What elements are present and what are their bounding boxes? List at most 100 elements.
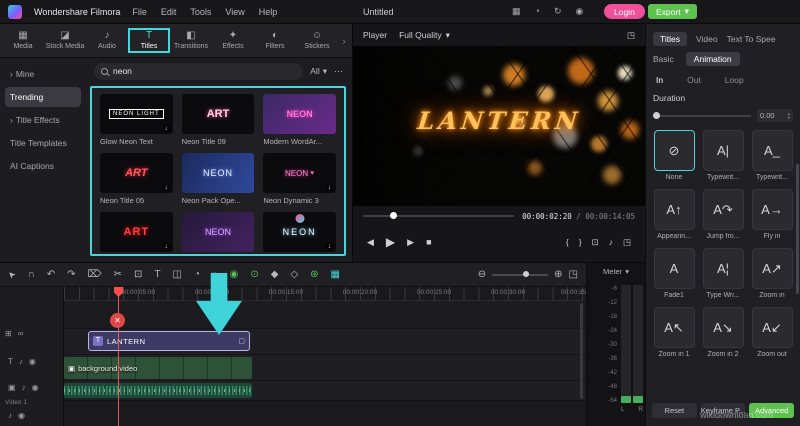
duration-steppers[interactable]: ▴ ▾ xyxy=(788,111,790,120)
tab-effects[interactable]: ✦ Effects xyxy=(212,28,254,53)
menu-tools[interactable]: Tools xyxy=(190,7,211,17)
tab-animation[interactable]: Animation xyxy=(685,52,740,66)
title-thumbnail[interactable]: NEON LIGHT ↓ xyxy=(100,94,173,134)
tab-stickers[interactable]: ☺ Stickers xyxy=(296,28,338,53)
account-icon[interactable]: ◉ xyxy=(576,6,584,17)
search-box[interactable] xyxy=(94,62,304,80)
download-icon[interactable]: ↓ xyxy=(161,183,171,192)
sidebar-item-title-templates[interactable]: Title Templates xyxy=(5,133,81,153)
reset-button[interactable]: Reset xyxy=(652,403,697,418)
title-thumbnail[interactable]: NEON ♥ ↓ xyxy=(263,153,336,193)
title-thumbnail[interactable]: NEON ↓ xyxy=(263,212,336,252)
export-button[interactable]: Export ▾ xyxy=(648,4,697,19)
tab-audio[interactable]: ♪ Audio xyxy=(86,28,128,53)
menu-view[interactable]: View xyxy=(225,7,244,17)
notification-icon[interactable]: ◔ xyxy=(535,6,540,17)
tab-in[interactable]: In xyxy=(656,75,663,85)
tab-basic[interactable]: Basic xyxy=(653,54,674,64)
preset-item[interactable]: A¦ Type Wri... xyxy=(702,248,744,299)
tab-filters[interactable]: ◐ Filters xyxy=(254,28,296,53)
mark-out-icon[interactable]: } xyxy=(579,237,582,247)
title-thumbnail[interactable]: ART xyxy=(181,94,255,134)
preset-item[interactable]: A_ Typewrit... xyxy=(751,130,793,181)
duration-slider[interactable] xyxy=(653,111,751,119)
title-item[interactable]: NEON LIGHT ↓ Glow Neon Text xyxy=(100,94,173,146)
title-thumbnail[interactable]: NEON xyxy=(181,212,255,252)
title-item[interactable]: NEON ♥ ↓ Neon Dynamic 3 xyxy=(263,153,336,205)
preset-item[interactable]: A↖ Zoom in 1 xyxy=(653,307,695,358)
timeline-scrollbar[interactable] xyxy=(580,303,583,399)
preset-item[interactable]: A| Typewrit... xyxy=(702,130,744,181)
video-clip[interactable]: ▣ background video xyxy=(64,357,252,379)
pointer-tool-icon[interactable]: ➤ xyxy=(5,268,18,281)
title-item[interactable]: NEON Neon Pack Ope... xyxy=(181,153,255,205)
title-item[interactable]: ART ↓ Neon Title 05 xyxy=(100,153,173,205)
sidebar-item-trending[interactable]: Trending xyxy=(5,87,81,107)
filter-dropdown[interactable]: All ▾ xyxy=(310,66,327,77)
menu-help[interactable]: Help xyxy=(259,7,278,17)
tab-overflow-icon[interactable]: › xyxy=(338,36,350,46)
timeline-ruler[interactable]: 00:00:05:00 00:00:10:00 00:00:15:00 00:0… xyxy=(64,287,595,301)
mute-icon[interactable]: ♪ xyxy=(19,357,23,366)
sync-icon[interactable]: ↻ xyxy=(554,6,562,17)
voiceover-record-icon[interactable]: ◉ xyxy=(230,269,239,280)
text-tool-icon[interactable]: T xyxy=(154,269,160,280)
title-item[interactable]: NEON Neon Pack Ope... xyxy=(181,212,255,254)
preset-item[interactable]: A↘ Zoom in 2 xyxy=(702,307,744,358)
next-frame-icon[interactable]: ▶ xyxy=(407,237,414,248)
preset-item[interactable]: A Fade1 xyxy=(653,248,695,299)
fullscreen-icon[interactable]: ◳ xyxy=(623,237,631,248)
visibility-icon[interactable]: ◉ xyxy=(18,411,25,420)
panel-scrollbar[interactable] xyxy=(796,164,799,294)
previous-frame-icon[interactable]: ◀ xyxy=(367,237,374,248)
undo-icon[interactable]: ↶ xyxy=(47,269,55,280)
tab-text-to-speech[interactable]: Text To Spee xyxy=(727,34,776,44)
marker-icon[interactable]: ◆ xyxy=(271,269,279,280)
tab-titles[interactable]: T Titles xyxy=(128,28,170,53)
empty-track-lane[interactable] xyxy=(64,301,586,329)
mark-in-icon[interactable]: { xyxy=(566,237,569,247)
audio-clip[interactable] xyxy=(64,383,252,398)
screen-record-icon[interactable]: ⊙ xyxy=(250,269,258,280)
stepper-down-icon[interactable]: ▾ xyxy=(788,115,790,120)
panel-layout-icon[interactable]: ▦ xyxy=(512,6,521,17)
seek-handle[interactable] xyxy=(390,212,398,219)
duration-value-field[interactable]: 0.00 ▴ ▾ xyxy=(757,109,793,122)
preset-item[interactable]: A↙ Zoom out xyxy=(751,307,793,358)
tab-loop[interactable]: Loop xyxy=(725,75,744,85)
chroma-key-icon[interactable]: ⊛ xyxy=(310,269,318,280)
tab-transitions[interactable]: ◧ Transitions xyxy=(170,28,212,53)
menu-edit[interactable]: Edit xyxy=(161,7,177,17)
zoom-in-icon[interactable]: ⊕ xyxy=(554,269,562,280)
clip-marker-badge[interactable]: ✕ xyxy=(110,313,125,328)
preset-item[interactable]: A↑ Appearin... xyxy=(653,189,695,240)
video-preview[interactable]: LANTERN xyxy=(353,46,646,206)
download-icon[interactable]: ↓ xyxy=(324,242,334,251)
scissors-icon[interactable]: ✂ xyxy=(114,269,122,280)
magn-icon[interactable]: ∩ xyxy=(28,269,35,280)
preset-none[interactable]: ⊘ None xyxy=(653,130,695,181)
title-thumbnail[interactable]: ART ↓ xyxy=(100,153,173,193)
render-preview-icon[interactable]: ▦ xyxy=(331,269,340,280)
fit-timeline-icon[interactable]: ◳ xyxy=(569,269,578,280)
mute-icon[interactable]: ♪ xyxy=(22,383,26,392)
visibility-icon[interactable]: ◉ xyxy=(32,383,39,392)
login-button[interactable]: Login xyxy=(604,4,645,19)
search-input[interactable] xyxy=(113,66,297,76)
link-icon[interactable]: ∞ xyxy=(18,329,24,338)
tab-stock-media[interactable]: ◪ Stock Media xyxy=(44,28,86,53)
seek-bar[interactable] xyxy=(363,212,515,219)
title-thumbnail[interactable]: NEON xyxy=(263,94,336,134)
add-track-icon[interactable]: ⊞ xyxy=(5,329,12,338)
zoom-slider[interactable] xyxy=(492,271,549,277)
tab-out[interactable]: Out xyxy=(687,75,701,85)
title-thumbnail[interactable]: ART ↓ xyxy=(100,212,173,252)
menu-file[interactable]: File xyxy=(132,7,147,17)
delete-icon[interactable]: ⌦ xyxy=(88,269,102,280)
download-icon[interactable]: ↓ xyxy=(324,183,334,192)
duration-slider-handle[interactable] xyxy=(653,111,660,119)
title-item[interactable]: NEON ↓ Neon Cinema Ti... xyxy=(263,212,336,254)
zoom-out-icon[interactable]: ⊖ xyxy=(478,269,486,280)
download-icon[interactable]: ↓ xyxy=(161,124,171,133)
download-icon[interactable]: ↓ xyxy=(161,242,171,251)
